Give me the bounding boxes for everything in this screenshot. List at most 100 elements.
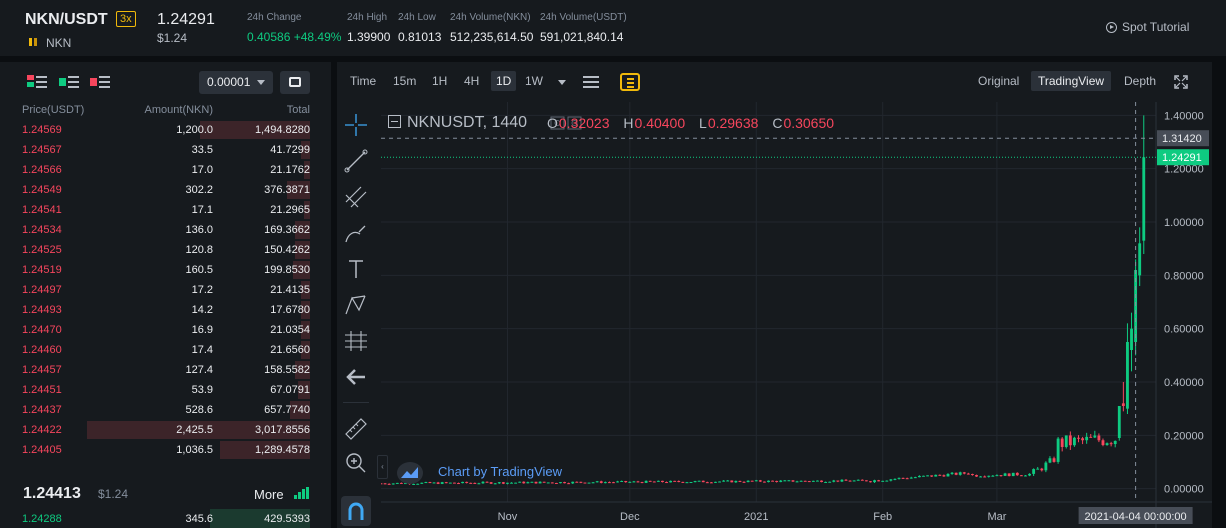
ask-row[interactable]: 1.24567 33.5 41.7299 [0,140,331,160]
y-tick-label: 1.00000 [1164,217,1204,229]
candle-body [1052,458,1056,462]
candle-body [607,482,611,484]
candle-body [1109,443,1113,445]
orderbook-asks-view-icon[interactable] [90,75,110,89]
view-original[interactable]: Original [978,74,1019,88]
ask-row[interactable]: 1.24470 16.9 21.0354 [0,320,331,340]
candle-body [791,480,795,482]
measure-lines-icon[interactable] [341,326,371,356]
ask-total: 21.6560 [270,344,310,356]
candle-body [465,481,469,483]
stat-value-24h-high: 1.39900 [347,30,391,44]
chart-symbol-label: NKNUSDT, 1440 [407,114,528,131]
candle-body [864,480,868,482]
ask-row[interactable]: 1.24405 1,036.5 1,289.4578 [0,440,331,460]
candle-body [673,480,677,482]
ask-row[interactable]: 1.24566 17.0 21.1762 [0,160,331,180]
candle-body [991,475,995,477]
candle-body [901,477,905,479]
view-tradingview[interactable]: TradingView [1031,71,1112,91]
fullscreen-icon[interactable] [1174,75,1188,89]
back-arrow-icon[interactable] [341,362,371,392]
ask-price: 1.24457 [22,364,62,376]
trend-line-icon[interactable] [341,146,371,176]
more-intervals-chevron-icon[interactable] [558,80,566,85]
more-button[interactable]: More [254,487,284,502]
view-depth[interactable]: Depth [1124,74,1156,88]
candle-body [922,475,925,477]
text-tool-icon[interactable] [341,254,371,284]
ask-row[interactable]: 1.24541 17.1 21.2965 [0,200,331,220]
stat-label-24h-high: 24h High [347,12,388,23]
candle-body [693,481,697,483]
interval-4h[interactable]: 4H [464,74,479,88]
candle-body [603,482,607,484]
spot-tutorial-link[interactable]: Spot Tutorial [1106,20,1189,34]
candle-body [595,481,599,483]
candle-body [457,483,460,485]
ask-amount: 1,200.0 [176,124,213,136]
indicator-settings-icon[interactable] [580,71,602,93]
candle-body [514,482,518,484]
interval-1h[interactable]: 1H [432,74,447,88]
brush-icon[interactable] [341,218,371,248]
notes-icon[interactable] [620,73,640,91]
pattern-icon[interactable] [341,290,371,320]
orderbook-settings-button[interactable] [280,71,310,94]
candle-body [501,482,505,484]
candle-body [762,481,766,483]
ask-row[interactable]: 1.24497 17.2 21.4135 [0,280,331,300]
interval-1w[interactable]: 1W [525,74,543,88]
leverage-badge[interactable]: 3x [116,11,136,27]
candle-body [999,475,1003,477]
interval-time[interactable]: Time [350,74,376,88]
candle-body [567,483,571,485]
ask-total: 376.3871 [264,184,310,196]
candle-body [461,481,465,484]
ask-amount: 160.5 [185,264,213,276]
ask-row[interactable]: 1.24460 17.4 21.6560 [0,340,331,360]
bid-row[interactable]: 1.24288 345.6 429.5393 [0,508,331,528]
candle-body [1028,473,1031,476]
ask-row[interactable]: 1.24422 2,425.5 3,017.8556 [0,420,331,440]
ask-row[interactable]: 1.24549 302.2 376.3871 [0,180,331,200]
candle-body [942,475,946,477]
candle-body [771,480,775,482]
ask-row[interactable]: 1.24525 120.8 150.4262 [0,240,331,260]
candle-body [632,481,636,483]
tradingview-watermark[interactable]: Chart by TradingView [438,464,562,479]
y-tick-label: 1.20000 [1164,164,1204,176]
coin-name[interactable]: NKN [46,36,71,50]
ask-row[interactable]: 1.24569 1,200.0 1,494.8280 [0,120,331,140]
ask-row[interactable]: 1.24437 528.6 657.7740 [0,400,331,420]
candle-body [824,481,828,483]
pair-name[interactable]: NKN/USDT [25,11,108,29]
ask-amount: 1,036.5 [176,444,213,456]
interval-15m[interactable]: 15m [393,74,416,88]
candle-body [379,483,383,485]
precision-select[interactable]: 0.00001 [199,71,273,94]
candle-body [1036,468,1040,470]
magnet-icon[interactable] [341,496,371,526]
crosshair-icon[interactable] [341,110,371,140]
candle-body [575,481,579,483]
ask-row[interactable]: 1.24457 127.4 158.5582 [0,360,331,380]
candle-body [844,479,848,481]
ask-total: 158.5582 [264,364,310,376]
ruler-icon[interactable] [341,414,371,444]
zoom-icon[interactable] [341,448,371,478]
interval-1d[interactable]: 1D [491,71,517,91]
candle-body [767,480,770,483]
ask-row[interactable]: 1.24451 53.9 67.0791 [0,380,331,400]
collapse-legend-icon[interactable] [388,115,401,128]
crosshair-price-label: 1.31420 [1162,133,1202,145]
orderbook-both-view-icon[interactable] [27,75,47,89]
orderbook-bids-view-icon[interactable] [59,75,79,89]
x-tick-label: Feb [873,511,892,523]
ask-amount: 17.1 [191,204,213,216]
ask-row[interactable]: 1.24493 14.2 17.6780 [0,300,331,320]
fib-lines-icon[interactable] [341,182,371,212]
ask-row[interactable]: 1.24519 160.5 199.8530 [0,260,331,280]
candle-body [1117,406,1121,438]
ask-row[interactable]: 1.24534 136.0 169.3662 [0,220,331,240]
